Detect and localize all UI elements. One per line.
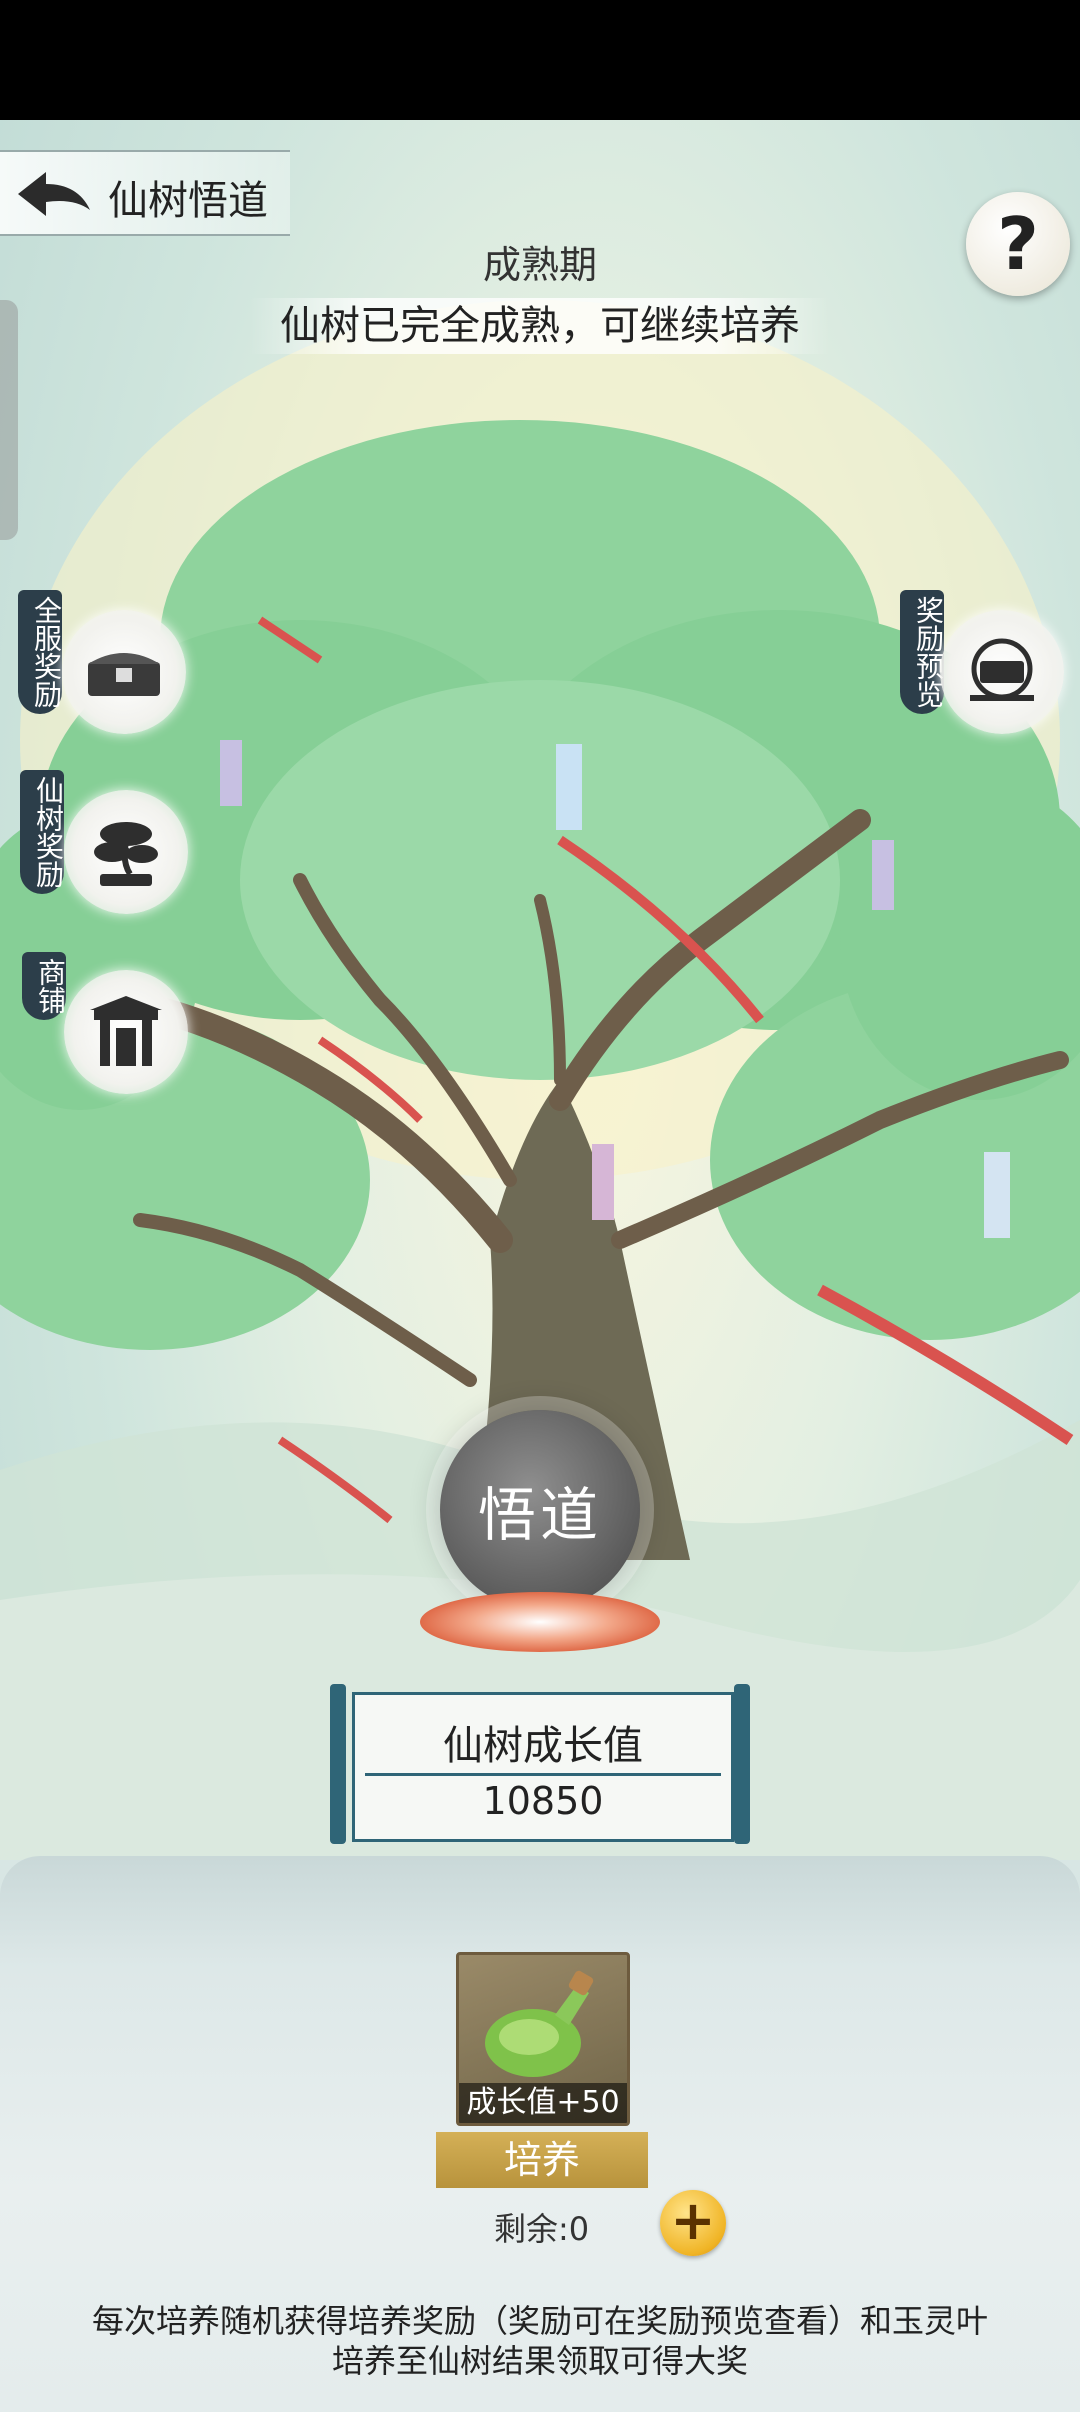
add-button[interactable]: + (660, 2190, 726, 2256)
info-note-line2: 培养至仙树结果领取可得大奖 (331, 2342, 748, 2380)
treasure-chest-icon (88, 653, 160, 696)
reward-preview-label: 奖励预览 (900, 590, 945, 714)
status-bar (0, 0, 1080, 120)
remaining-count: 剩余:0 (494, 2210, 590, 2248)
page-title: 仙树悟道 (108, 178, 268, 224)
scroll-roll-left (330, 1684, 346, 1844)
growth-value: 10850 (482, 1779, 604, 1823)
tree-reward-label: 仙树奖励 (20, 770, 65, 894)
scroll-preview-icon (970, 638, 1034, 701)
growth-panel: 仙树成长值 10850 (330, 1684, 750, 1844)
bonsai-icon (94, 822, 158, 886)
tree-reward-button[interactable] (64, 790, 188, 914)
reward-preview-button[interactable] (940, 610, 1064, 734)
potion-bottle-icon (485, 1970, 594, 2077)
gate-icon (90, 996, 162, 1066)
full-server-reward-button[interactable] (62, 610, 186, 734)
cultivate-button[interactable]: 培养 (436, 2132, 648, 2188)
growth-frame: 仙树成长值 10850 (352, 1692, 734, 1842)
shop-button[interactable] (64, 970, 188, 1094)
pedestal (420, 1592, 660, 1652)
growth-label: 仙树成长值 (443, 1723, 643, 1769)
header-bar: 仙树悟道 (0, 150, 290, 236)
wudao-button[interactable]: 悟道 (440, 1410, 640, 1610)
full-server-reward-label: 全服奖励 (18, 590, 63, 714)
item-label: 成长值+50 (459, 2083, 627, 2123)
item-slot[interactable]: 成长值+50 (456, 1952, 630, 2126)
tree-stage-description: 仙树已完全成熟，可继续培养 (250, 298, 830, 354)
shop-label: 商铺 (22, 952, 67, 1020)
growth-divider (365, 1773, 721, 1776)
back-arrow-icon[interactable] (14, 166, 94, 222)
side-drawer-handle[interactable] (0, 300, 18, 540)
scroll-roll-right (734, 1684, 750, 1844)
tree-stage: 成熟期 (482, 243, 597, 287)
